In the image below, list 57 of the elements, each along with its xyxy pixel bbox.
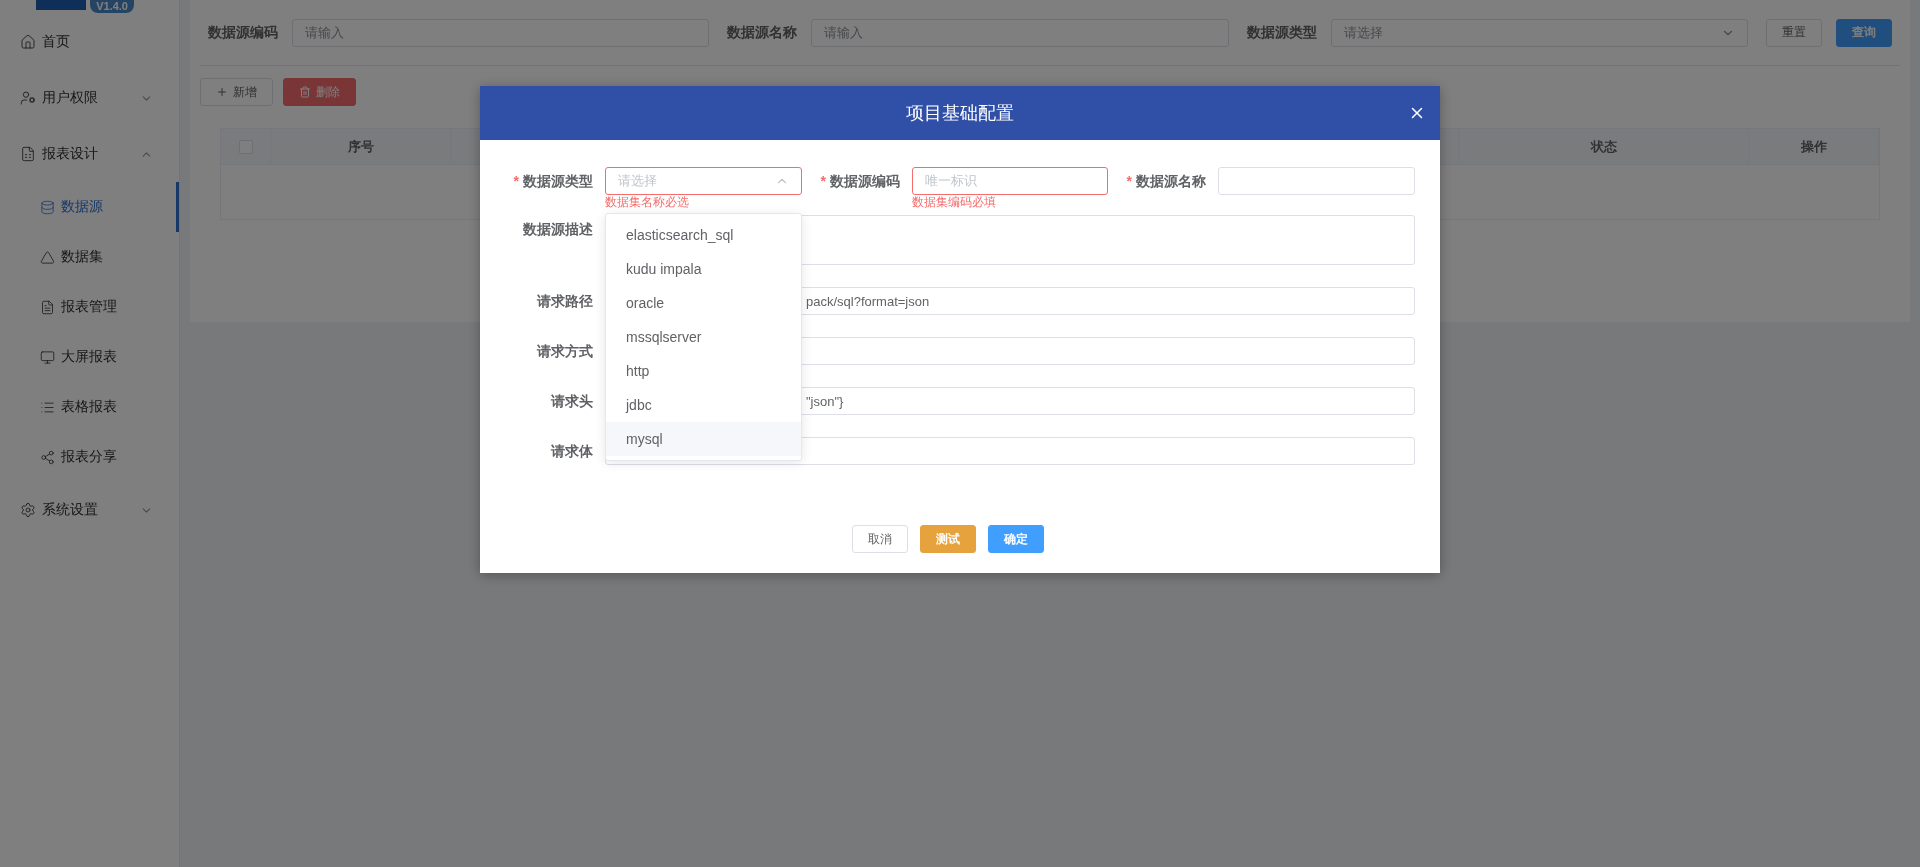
sidebar-item[interactable]: 系统设置 <box>0 482 179 538</box>
settings-icon <box>20 502 36 518</box>
sidebar-item[interactable]: 首页 <box>0 14 179 70</box>
cancel-button[interactable]: 取消 <box>851 525 908 553</box>
delete-button[interactable]: 删除 <box>283 78 356 106</box>
triangle-icon <box>40 249 55 265</box>
required-mark: * <box>820 173 826 189</box>
field-label-text: 数据源描述 <box>523 221 593 237</box>
reset-button[interactable]: 重置 <box>1766 18 1822 47</box>
dropdown-option[interactable]: mysql <box>606 422 801 456</box>
dropdown-option[interactable]: jdbc <box>606 388 801 422</box>
confirm-button[interactable]: 确定 <box>987 525 1044 553</box>
required-mark: * <box>1126 173 1132 189</box>
column-header: 序号 <box>271 129 451 164</box>
field-label-text: 请求方式 <box>537 343 593 359</box>
field-label-text: 请求路径 <box>537 293 593 309</box>
monitor-icon <box>40 349 55 365</box>
plus-icon <box>216 86 228 98</box>
filter-label: 数据源名称 <box>727 23 798 42</box>
field-label-text: 请求头 <box>551 393 593 409</box>
sidebar-item[interactable]: 报表设计 <box>0 126 179 182</box>
error-text: 数据集名称必选 <box>605 195 689 209</box>
field-label-text: 数据源类型 <box>523 173 593 189</box>
share-icon <box>40 449 55 465</box>
field-label-text: 数据源名称 <box>1136 173 1206 189</box>
home-icon <box>20 34 36 50</box>
input-field[interactable] <box>1218 167 1415 195</box>
version-badge: V1.4.0 <box>90 0 134 13</box>
required-mark: * <box>513 173 519 189</box>
sidebar-item[interactable]: 报表管理 <box>0 282 179 332</box>
sidebar-item[interactable]: 用户权限 <box>0 70 179 126</box>
sidebar-item[interactable]: 表格报表 <box>0 382 179 432</box>
field-label-text: 请求体 <box>551 443 593 459</box>
sidebar-item[interactable]: 报表分享 <box>0 432 179 482</box>
error-text: 数据集编码必填 <box>912 195 996 209</box>
add-button[interactable]: 新增 <box>200 78 273 106</box>
field-label-text: 数据源编码 <box>830 173 900 189</box>
sidebar-item[interactable]: 数据源 <box>0 182 179 232</box>
dropdown-option[interactable]: http <box>606 354 801 388</box>
document-icon <box>40 299 55 315</box>
dropdown-option[interactable]: elasticsearch_sql <box>606 218 801 252</box>
spreadsheet-icon <box>20 146 36 162</box>
trash-icon <box>299 86 311 98</box>
logo-icon <box>36 0 87 10</box>
filter-label: 数据源编码 <box>208 23 278 42</box>
dropdown-option[interactable]: oracle <box>606 286 801 320</box>
user-gear-icon <box>20 90 36 106</box>
dropdown-option[interactable]: kudu impala <box>606 252 801 286</box>
column-header: 操作 <box>1749 129 1879 164</box>
dropdown-option[interactable]: mssqlserver <box>606 320 801 354</box>
list-icon <box>40 399 55 415</box>
dialog-title: 项目基础配置 <box>906 102 1014 125</box>
filter-label: 数据源类型 <box>1246 23 1317 42</box>
column-header: 状态 <box>1459 129 1749 164</box>
sidebar-item[interactable]: 数据集 <box>0 232 179 282</box>
sidebar-item[interactable]: 大屏报表 <box>0 332 179 382</box>
database-icon <box>40 199 55 215</box>
